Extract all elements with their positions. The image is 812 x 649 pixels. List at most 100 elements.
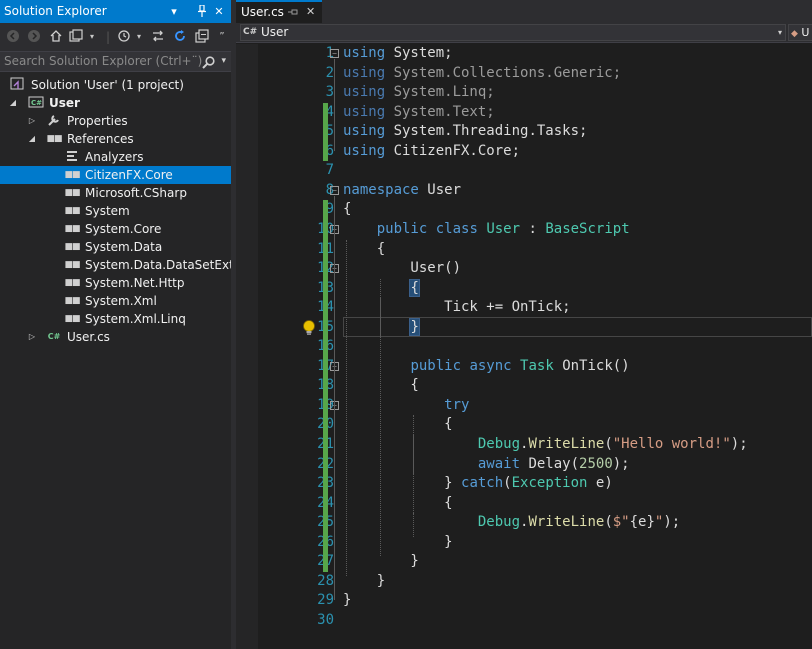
expanded-arrow-icon[interactable]: ◢ <box>8 94 18 112</box>
code-line[interactable]: using CitizenFX.Core; <box>343 142 520 162</box>
tree-item[interactable]: ■■ System <box>0 202 231 220</box>
code-line[interactable]: { <box>343 240 385 260</box>
back-icon[interactable] <box>5 29 21 45</box>
collapse-all-icon[interactable] <box>194 29 210 45</box>
tree-item[interactable]: ◢ C# User <box>0 94 231 112</box>
code-line[interactable]: } <box>343 317 420 338</box>
reference-icon: ■■ <box>64 170 80 180</box>
filter-dropdown-icon[interactable]: ▾ <box>131 29 147 45</box>
project-dropdown[interactable]: C# User ▾ <box>240 24 786 41</box>
code-line[interactable]: } <box>343 591 351 611</box>
tree-item-label: References <box>67 132 134 146</box>
line-number: 29 <box>317 592 334 609</box>
search-placeholder: Search Solution Explorer (Ctrl+¨) <box>4 54 203 68</box>
code-line[interactable]: Tick += OnTick; <box>343 298 570 318</box>
switch-views-dropdown-icon[interactable]: ▾ <box>84 29 100 45</box>
code-line[interactable]: { <box>343 415 452 435</box>
tree-item-label: System.Data <box>85 240 163 254</box>
tree-item-label: Analyzers <box>85 150 144 164</box>
tab-pin-icon[interactable] <box>288 2 298 25</box>
collapsed-arrow-icon[interactable]: ▷ <box>27 112 37 130</box>
code-line[interactable]: await Delay(2500); <box>343 455 630 475</box>
line-number: 7 <box>325 162 334 179</box>
tree-item-label: Properties <box>67 114 128 128</box>
tree-item-label: System.Net.Http <box>85 276 185 290</box>
pending-changes-filter-icon[interactable] <box>116 29 132 45</box>
fold-line <box>334 410 335 542</box>
code-line[interactable]: public class User : BaseScript <box>343 220 630 240</box>
sync-with-active-document-icon[interactable] <box>150 29 166 45</box>
code-line[interactable]: { <box>343 494 452 514</box>
tree-item-label: Solution 'User' (1 project) <box>31 78 184 92</box>
tree-item[interactable]: ▷ Properties <box>0 112 231 130</box>
code-line[interactable]: { <box>343 278 420 299</box>
tree-item[interactable]: ■■ Microsoft.CSharp <box>0 184 231 202</box>
collapsed-arrow-icon[interactable]: ▷ <box>27 328 37 346</box>
collapse-region-icon[interactable]: − <box>330 49 339 58</box>
tree-item[interactable]: ■■ System.Data.DataSetExtensi <box>0 256 231 274</box>
close-icon[interactable]: ✕ <box>211 0 227 23</box>
search-options-dropdown-icon[interactable]: ▾ <box>221 52 226 71</box>
solution-explorer-toolbar: ▾ | ▾ ” <box>0 23 231 51</box>
tab-user-cs[interactable]: User.cs ✕ <box>236 0 322 23</box>
code-editor[interactable]: 1234567891011121314151617181920212223242… <box>236 44 812 649</box>
code-line[interactable]: } <box>343 572 385 592</box>
line-number: 3 <box>325 84 334 101</box>
code-line[interactable]: } <box>343 533 452 553</box>
code-line[interactable]: try <box>343 396 469 416</box>
code-line[interactable]: public async Task OnTick() <box>343 357 629 377</box>
window-position-dropdown-icon[interactable]: ▾ <box>166 0 182 23</box>
csharp-project-icon: C# <box>28 95 44 111</box>
tree-item[interactable]: ■■ CitizenFX.Core <box>0 166 231 184</box>
solution-explorer-panel: Solution Explorer ▾ ✕ ▾ | ▾ ” Search Sol… <box>0 0 231 649</box>
type-dropdown[interactable]: ◆ U <box>788 24 812 41</box>
code-line[interactable]: { <box>343 376 418 396</box>
code-line[interactable]: using System.Threading.Tasks; <box>343 122 587 142</box>
code-line[interactable]: { <box>343 200 351 220</box>
code-line[interactable]: using System; <box>343 44 453 64</box>
code-line[interactable]: Debug.WriteLine("Hello world!"); <box>343 435 748 455</box>
code-line[interactable]: User() <box>343 259 461 279</box>
reference-icon: ■■ <box>64 296 80 306</box>
tree-item-label: Microsoft.CSharp <box>85 186 187 200</box>
lightbulb-icon[interactable] <box>302 319 316 336</box>
fold-line <box>334 59 335 151</box>
expanded-arrow-icon[interactable]: ◢ <box>27 130 37 148</box>
document-tab-well: User.cs ✕ <box>236 0 812 23</box>
tree-item[interactable]: ■■ System.Xml <box>0 292 231 310</box>
indent-guide <box>413 435 415 475</box>
tree-item-label: User <box>49 96 80 110</box>
indent-guide <box>413 513 415 533</box>
solution-explorer-title-bar: Solution Explorer ▾ ✕ <box>0 0 231 23</box>
tree-item[interactable]: ■■ System.Data <box>0 238 231 256</box>
code-line[interactable]: namespace User <box>343 181 461 201</box>
code-line[interactable]: Debug.WriteLine($"{e}"); <box>343 513 680 533</box>
code-line[interactable]: using System.Text; <box>343 103 495 123</box>
solution-explorer-search-input[interactable]: Search Solution Explorer (Ctrl+¨) ▾ <box>0 51 231 72</box>
refresh-icon[interactable] <box>172 29 188 45</box>
tab-close-icon[interactable]: ✕ <box>306 2 315 22</box>
csharp-file-icon: C# <box>47 332 61 341</box>
tree-item[interactable]: Analyzers <box>0 148 231 166</box>
pin-icon[interactable] <box>194 0 210 23</box>
collapse-region-icon[interactable]: − <box>330 185 339 195</box>
switch-views-icon[interactable] <box>68 29 84 45</box>
home-icon[interactable] <box>48 29 64 45</box>
search-icon[interactable] <box>202 53 215 75</box>
tree-item[interactable]: ▷ C# User.cs <box>0 328 231 346</box>
type-dropdown-value: U <box>801 26 810 39</box>
tree-item[interactable]: ◢ ■■ References <box>0 130 231 148</box>
reference-icon: ■■ <box>64 242 80 252</box>
tree-item[interactable]: Solution 'User' (1 project) <box>0 76 231 94</box>
code-line[interactable]: } catch(Exception e) <box>343 474 613 494</box>
tree-item[interactable]: ■■ System.Xml.Linq <box>0 310 231 328</box>
code-line[interactable]: } <box>343 552 418 572</box>
code-line[interactable]: using System.Linq; <box>343 83 495 103</box>
tree-item[interactable]: ■■ System.Net.Http <box>0 274 231 292</box>
tree-item[interactable]: ■■ System.Core <box>0 220 231 238</box>
solution-icon <box>10 77 26 93</box>
code-line[interactable]: using System.Collections.Generic; <box>343 64 621 84</box>
forward-icon[interactable] <box>26 29 42 45</box>
toolbar-overflow-icon[interactable]: ” <box>214 29 230 45</box>
reference-icon: ■■ <box>64 224 80 234</box>
